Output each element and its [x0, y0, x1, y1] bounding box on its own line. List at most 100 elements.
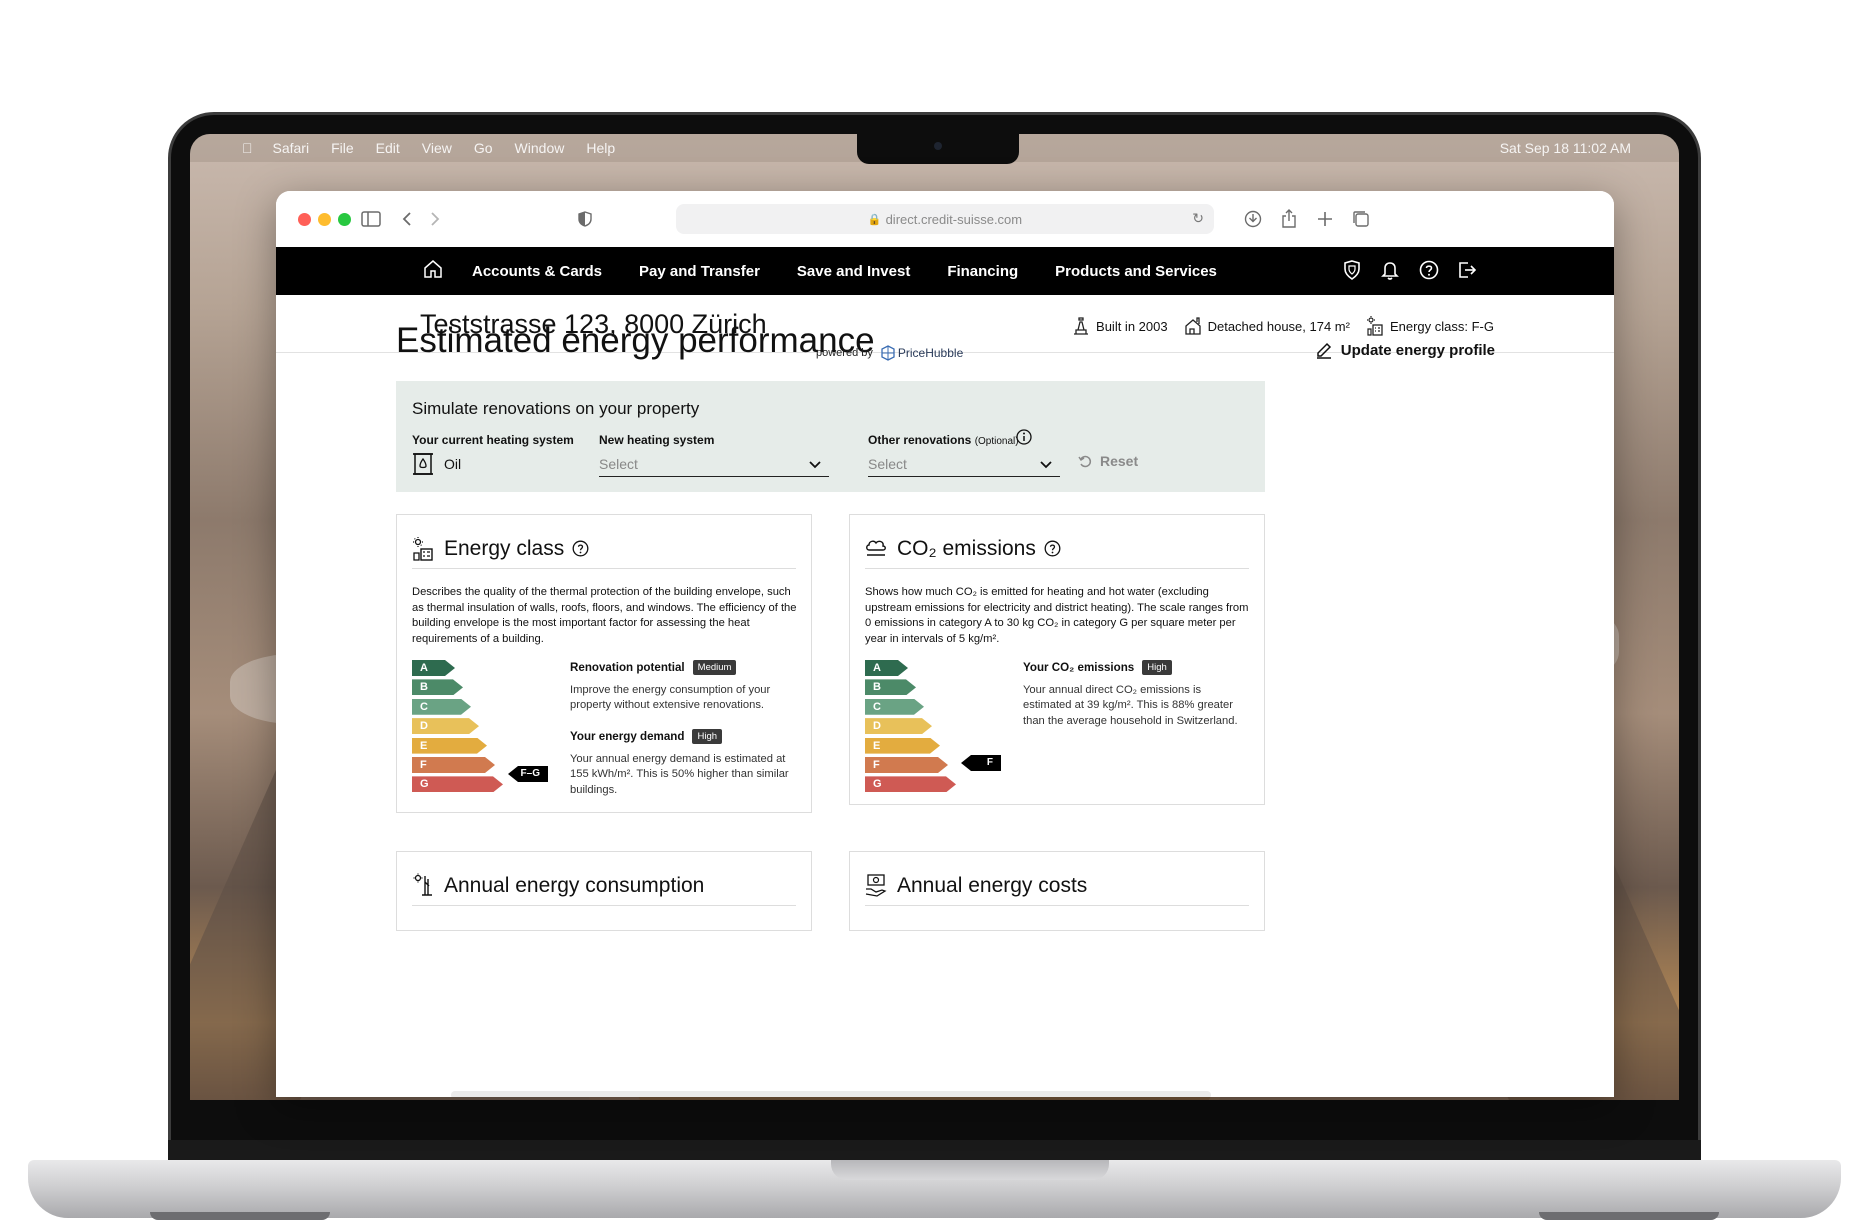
cloud-icon — [866, 540, 886, 556]
current-heating-value: Oil — [412, 451, 461, 477]
energy-building-icon — [413, 536, 433, 561]
help-icon[interactable] — [1044, 540, 1061, 557]
annual-energy-costs-title: Annual energy costs — [897, 873, 1088, 897]
co2-class-marker: F — [961, 755, 1001, 771]
help-icon[interactable] — [572, 540, 589, 557]
zoom-window-button[interactable] — [338, 213, 351, 226]
new-tab-icon[interactable] — [1310, 205, 1340, 233]
tab-overview-icon[interactable] — [1346, 205, 1376, 233]
renovation-potential: Renovation potential Medium Improve the … — [570, 660, 790, 714]
annual-energy-consumption-title: Annual energy consumption — [444, 873, 705, 897]
menu-safari[interactable]: Safari — [273, 140, 310, 156]
update-energy-profile-label: Update energy profile — [1340, 341, 1495, 359]
browser-toolbar: 🔒 direct.credit-suisse.com ↻ — [276, 191, 1614, 247]
co2-emissions-heading: Your CO₂ emissions High — [1023, 660, 1251, 676]
update-energy-profile-button[interactable]: Update energy profile — [1315, 341, 1495, 359]
energy-meter-icon — [413, 873, 432, 896]
new-heating-placeholder: Select — [599, 455, 638, 472]
co2-emissions-card: CO₂ emissions Shows how much CO₂ is emit… — [849, 514, 1265, 805]
menubar-clock[interactable]: Sat Sep 18 11:02 AM — [1500, 140, 1631, 156]
renovation-potential-label: Renovation potential — [570, 661, 685, 674]
info-icon[interactable] — [1016, 429, 1032, 445]
download-icon[interactable] — [1238, 205, 1268, 233]
camera-notch — [857, 134, 1019, 164]
other-renovations-optional: (Optional) — [974, 436, 1019, 447]
co2-emissions-summary: Your CO₂ emissions High Your annual dire… — [1023, 660, 1251, 729]
pricehubble-icon — [881, 345, 895, 361]
home-icon[interactable] — [422, 258, 450, 284]
address-url: direct.credit-suisse.com — [885, 211, 1023, 227]
main-navigation: Accounts & Cards Pay and Transfer Save a… — [276, 247, 1614, 295]
horizontal-scrollbar[interactable] — [451, 1091, 1211, 1097]
co2-emissions-label: Your CO₂ emissions — [1023, 661, 1135, 674]
new-heating-select[interactable]: Select — [599, 451, 829, 477]
camera-icon — [934, 142, 942, 150]
other-renovations-select[interactable]: Select — [868, 451, 1060, 477]
scale-bar-c: C — [865, 699, 924, 715]
privacy-shield-icon[interactable] — [570, 205, 600, 233]
scale-bar-f: F — [865, 757, 948, 773]
status-badge: High — [1142, 660, 1172, 676]
scale-bar-a: A — [865, 660, 908, 676]
laptop-base — [28, 1160, 1841, 1218]
renovation-potential-heading: Renovation potential Medium — [570, 660, 790, 676]
help-icon[interactable] — [1418, 259, 1440, 283]
construction-icon — [1074, 317, 1089, 335]
address-bar[interactable]: 🔒 direct.credit-suisse.com ↻ — [676, 204, 1214, 234]
co2-emissions-card-header: CO₂ emissions — [865, 529, 1249, 569]
close-window-button[interactable] — [298, 213, 311, 226]
menu-file[interactable]: File — [331, 140, 354, 156]
menu-edit[interactable]: Edit — [376, 140, 400, 156]
menu-view[interactable]: View — [422, 140, 452, 156]
scale-bar-c: C — [412, 699, 471, 715]
menu-go[interactable]: Go — [474, 140, 493, 156]
apple-icon[interactable]:  — [242, 140, 253, 156]
scale-bar-d: D — [865, 718, 932, 734]
energy-demand-heading: Your energy demand High — [570, 729, 790, 745]
sidebar-toggle-icon[interactable] — [356, 205, 386, 233]
pricehubble-logo[interactable]: PriceHubble — [881, 345, 963, 361]
co2-emissions-title: CO₂ emissions — [897, 536, 1036, 560]
security-shield-icon[interactable] — [1342, 259, 1364, 283]
reload-icon[interactable]: ↻ — [1192, 210, 1204, 227]
scale-bar-g: G — [865, 776, 956, 792]
nav-pay-transfer[interactable]: Pay and Transfer — [639, 263, 760, 280]
minimize-window-button[interactable] — [318, 213, 331, 226]
nav-save-invest[interactable]: Save and Invest — [797, 263, 910, 280]
annual-energy-costs-header: Annual energy costs — [865, 866, 1249, 906]
scale-bar-b: B — [865, 679, 916, 695]
edit-pencil-icon — [1316, 342, 1331, 359]
reset-button[interactable]: Reset — [1078, 453, 1138, 469]
fact-built-year-label: Built in 2003 — [1096, 318, 1168, 334]
current-heating-text: Oil — [444, 456, 462, 472]
logout-icon[interactable] — [1456, 259, 1478, 283]
simulate-renovations-panel: Simulate renovations on your property Yo… — [396, 381, 1265, 492]
notifications-bell-icon[interactable] — [1380, 259, 1402, 283]
energy-class-title: Energy class — [444, 536, 565, 560]
scale-bar-f: F — [412, 757, 495, 773]
fact-energy-class-label: Energy class: F-G — [1389, 318, 1494, 334]
energy-class-scale: A B C D E F G — [412, 660, 503, 796]
forward-icon[interactable] — [420, 205, 450, 233]
scale-bar-a: A — [412, 660, 455, 676]
laptop-foot — [150, 1212, 330, 1220]
nav-financing[interactable]: Financing — [947, 263, 1018, 280]
nav-products-services[interactable]: Products and Services — [1055, 263, 1217, 280]
nav-accounts-cards[interactable]: Accounts & Cards — [472, 263, 602, 280]
laptop-foot — [1539, 1212, 1719, 1220]
fact-energy-class: Energy class: F-G — [1366, 316, 1494, 336]
energy-class-description: Describes the quality of the thermal pro… — [412, 586, 797, 645]
energy-class-card-header: Energy class — [412, 529, 796, 569]
laptop-base-notch — [831, 1160, 1109, 1180]
house-icon — [1184, 317, 1201, 335]
energy-demand-label: Your energy demand — [570, 730, 685, 743]
share-icon[interactable] — [1274, 205, 1304, 233]
menu-window[interactable]: Window — [515, 140, 565, 156]
fact-house-type-label: Detached house, 174 m² — [1207, 318, 1350, 334]
menu-help[interactable]: Help — [586, 140, 615, 156]
back-icon[interactable] — [392, 205, 422, 233]
other-renovations-placeholder: Select — [868, 455, 907, 472]
safari-window: 🔒 direct.credit-suisse.com ↻ Accounts & … — [276, 191, 1614, 1097]
other-renovations-label: Other renovations (Optional) — [868, 433, 1019, 447]
fact-built-year: Built in 2003 — [1072, 316, 1168, 336]
